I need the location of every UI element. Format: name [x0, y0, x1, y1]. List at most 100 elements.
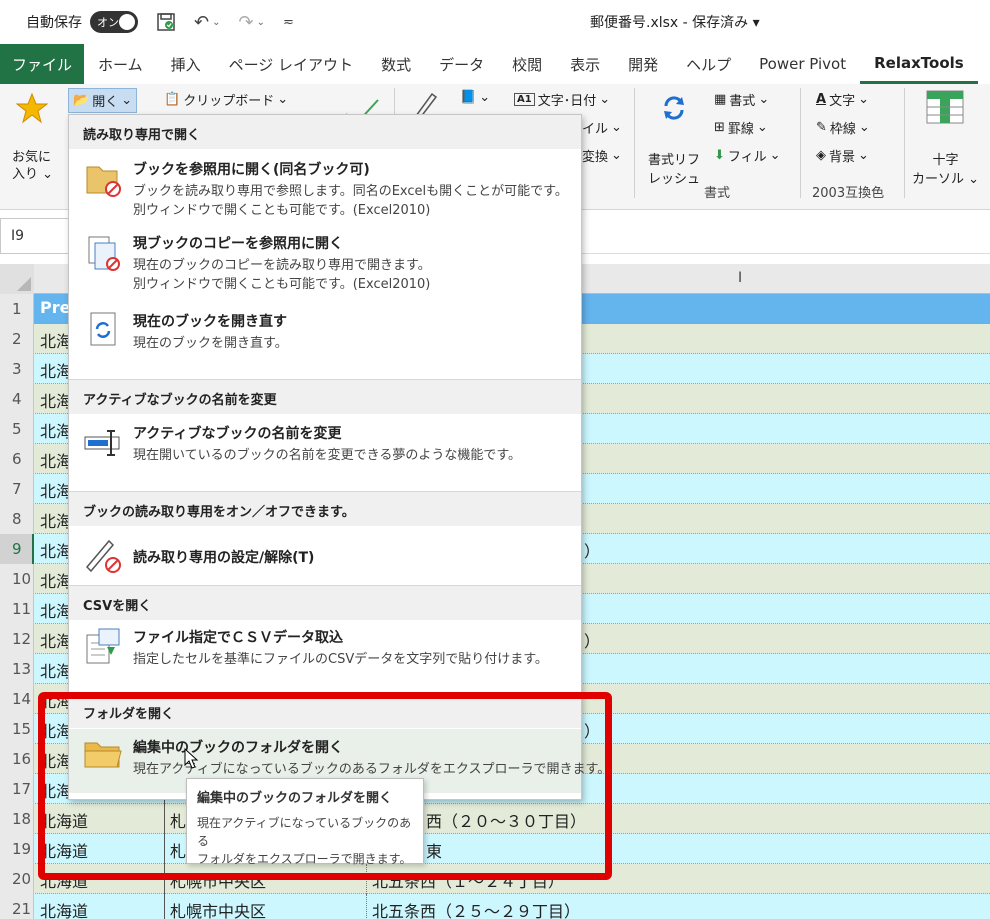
tab-view[interactable]: 表示 — [556, 44, 614, 84]
menu-item-title: 編集中のブックのフォルダを開く — [133, 740, 343, 756]
format-refresh-button[interactable]: 書式リフ レッシュ — [648, 132, 700, 189]
menu-item-title: 読み取り専用の設定/解除(T) — [133, 550, 315, 566]
ribbon-partial-button-1[interactable]: イル ⌄ — [582, 118, 622, 137]
tab-page-layout[interactable]: ページ レイアウト — [215, 44, 367, 84]
menu-item-import-csv[interactable]: ファイル指定でＣＳＶデータ取込 指定したセルを基準にファイルのCSVデータを文字… — [69, 621, 581, 685]
cell-prefecture[interactable]: 北海道 — [34, 864, 164, 894]
ribbon-separator — [634, 88, 635, 198]
background-button[interactable]: ◈ 背景 ⌄ — [816, 146, 869, 165]
menu-item-reopen[interactable]: 現在のブックを開き直す 現在のブックを開き直す。 — [69, 301, 581, 367]
notebook-button[interactable]: 📘 ⌄ — [460, 90, 490, 105]
chevron-down-icon: ⌄ — [38, 167, 54, 182]
border-button[interactable]: ⊞ 罫線 ⌄ — [714, 118, 768, 137]
chevron-down-icon: ⌄ — [769, 148, 781, 163]
cell-town[interactable]: 北五条西（２５～２９丁目） — [366, 894, 666, 919]
table-row: 18 北海道札西（２０～３０丁目） — [0, 804, 990, 834]
undo-icon[interactable]: ↶ ⌄ — [194, 12, 220, 33]
menu-item-desc: 別ウィンドウで開くことも可能です。(Excel2010) — [133, 203, 431, 218]
folder-icon: 📂 — [73, 93, 90, 108]
row-number[interactable]: 15 — [0, 714, 34, 744]
import-csv-icon — [83, 627, 123, 667]
text-color-icon: A — [816, 92, 827, 107]
row-number[interactable]: 11 — [0, 594, 34, 624]
name-box[interactable]: I9 — [0, 218, 70, 254]
tab-insert[interactable]: 挿入 — [157, 44, 215, 84]
open-button[interactable]: 📂 開く ⌄ — [68, 88, 138, 113]
row-number[interactable]: 7 — [0, 474, 34, 504]
undo-dropdown-icon[interactable]: ⌄ — [212, 17, 220, 28]
tab-relaxtools[interactable]: RelaxTools — [860, 44, 978, 84]
menu-item-rename-book[interactable]: アクティブなブックの名前を変更 現在開いているのブックの名前を変更できる夢のよう… — [69, 415, 581, 479]
reopen-icon — [83, 309, 123, 349]
row-number[interactable]: 13 — [0, 654, 34, 684]
row-number[interactable]: 12 — [0, 624, 34, 654]
tab-file[interactable]: ファイル — [0, 44, 85, 84]
menu-item-toggle-readonly[interactable]: 読み取り専用の設定/解除(T) — [69, 529, 581, 585]
cell-city[interactable]: 札幌市中央区 — [164, 894, 366, 919]
ribbon-partial-button-2[interactable]: 変換 ⌄ — [582, 146, 622, 165]
favorites-button[interactable]: お気に 入り ⌄ — [12, 132, 53, 183]
row-number[interactable]: 9 — [0, 534, 34, 564]
cell-town[interactable]: 北五条西（１～２４丁目） — [366, 864, 666, 894]
row-number[interactable]: 20 — [0, 864, 34, 894]
save-icon[interactable] — [156, 12, 176, 32]
clipboard-label: クリップボード — [183, 94, 275, 109]
customize-qat-icon[interactable]: ≂ — [283, 15, 294, 30]
format-button[interactable]: ▦ 書式 ⌄ — [714, 90, 769, 109]
tab-power-pivot[interactable]: Power Pivot — [745, 44, 860, 84]
cell-town[interactable]: ） — [578, 624, 618, 654]
format-label: 書式 — [729, 94, 756, 109]
row-number[interactable]: 19 — [0, 834, 34, 864]
autosave-toggle[interactable]: オン — [90, 11, 138, 33]
row-number[interactable]: 2 — [0, 324, 34, 354]
frame-line-button[interactable]: ✎ 枠線 ⌄ — [816, 118, 870, 137]
row-number[interactable]: 5 — [0, 414, 34, 444]
background-label: 背景 — [829, 150, 856, 165]
row-number[interactable]: 10 — [0, 564, 34, 594]
cell-town[interactable]: 西（２０～３０丁目） — [420, 804, 640, 834]
cell-prefecture[interactable]: 北海道 — [34, 834, 164, 864]
tab-review[interactable]: 校閲 — [498, 44, 556, 84]
row-number[interactable]: 21 — [0, 894, 34, 919]
menu-item-desc: ブックを読み取り専用で参照します。同名のExcelも開くことが可能です。 — [133, 184, 568, 199]
menu-item-open-reference[interactable]: ブックを参照用に開く(同名ブック可) ブックを読み取り専用で参照します。同名のE… — [69, 151, 581, 225]
chevron-down-icon: ⌄ — [277, 92, 289, 107]
tab-help[interactable]: ヘルプ — [672, 44, 745, 84]
menu-section-header: アクティブなブックの名前を変更 — [69, 380, 581, 414]
fill-button[interactable]: ⬇ フィル ⌄ — [714, 146, 781, 165]
clipboard-button[interactable]: 📋 クリップボード ⌄ — [164, 90, 288, 109]
text-date-button[interactable]: A1 文字･日付 ⌄ — [514, 90, 610, 109]
row-number[interactable]: 4 — [0, 384, 34, 414]
tab-developer[interactable]: 開発 — [614, 44, 672, 84]
row-number[interactable]: 1 — [0, 294, 34, 324]
row-number[interactable]: 3 — [0, 354, 34, 384]
menu-section-header: CSVを開く — [69, 586, 581, 620]
border-icon: ⊞ — [714, 120, 725, 135]
ribbon-partial-label-2: 変換 — [582, 150, 609, 165]
table-row: 19 北海道札東 — [0, 834, 990, 864]
column-header-i[interactable]: I — [738, 270, 742, 286]
cell-prefecture[interactable]: 北海道 — [34, 804, 164, 834]
row-number[interactable]: 14 — [0, 684, 34, 714]
text-color-button[interactable]: A 文字 ⌄ — [816, 90, 869, 109]
tab-home[interactable]: ホーム — [84, 44, 157, 84]
menu-item-open-copy[interactable]: 現ブックのコピーを参照用に開く 現在のブックのコピーを読み取り専用で開きます。 … — [69, 225, 581, 301]
autosave-label: 自動保存 — [26, 15, 82, 31]
tab-formulas[interactable]: 数式 — [367, 44, 425, 84]
cell-town[interactable]: ） — [578, 534, 618, 564]
chevron-down-icon: ⌄ — [858, 148, 869, 163]
document-title[interactable]: 郵便番号.xlsx - 保存済み ▾ — [590, 12, 760, 32]
cell-prefecture[interactable]: 北海道 — [34, 894, 164, 919]
row-number[interactable]: 18 — [0, 804, 34, 834]
row-number[interactable]: 16 — [0, 744, 34, 774]
cell-town[interactable]: ） — [578, 714, 618, 744]
cell-city[interactable]: 札幌市中央区 — [164, 864, 366, 894]
row-number[interactable]: 8 — [0, 504, 34, 534]
cell-town[interactable]: 東 — [420, 834, 640, 864]
tab-data[interactable]: データ — [425, 44, 498, 84]
row-number[interactable]: 6 — [0, 444, 34, 474]
menu-section-header: フォルダを開く — [69, 694, 581, 728]
crosshair-button[interactable]: 十字 カーソル ⌄ — [912, 132, 979, 189]
row-number[interactable]: 17 — [0, 774, 34, 804]
select-all-corner[interactable] — [0, 264, 34, 294]
